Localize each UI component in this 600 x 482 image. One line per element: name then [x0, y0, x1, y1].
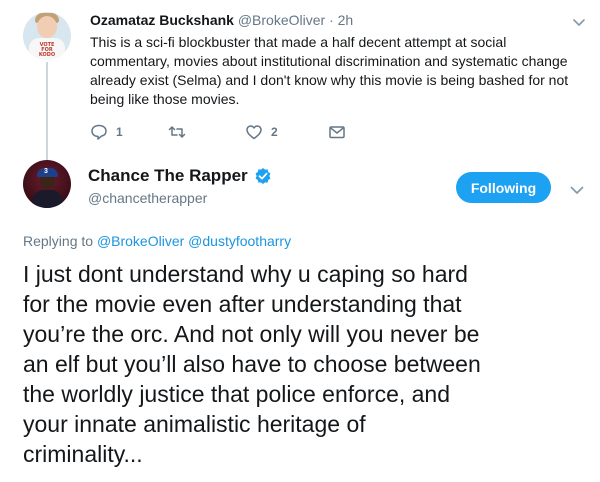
- reply-button[interactable]: 1: [90, 122, 123, 142]
- main-tweet: 3 Chance The Rapper @chancetherapper Fol…: [0, 160, 600, 482]
- author-block: Chance The Rapper @chancetherapper: [88, 166, 272, 206]
- avatar[interactable]: VOTE FOR KODO: [23, 12, 71, 60]
- replying-to: Replying to @BrokeOliver @dustyfootharry: [23, 233, 291, 249]
- avatar-shirt-text: VOTE FOR KODO: [38, 42, 56, 58]
- tweet-text-line: your innate animalistic heritage of: [23, 411, 366, 437]
- retweet-icon: [168, 126, 186, 138]
- tweet-text-line: being like those movies.: [90, 91, 240, 107]
- avatar-body: [32, 190, 63, 208]
- tweet-text-line: an elf but you’ll also have to choose be…: [23, 351, 481, 377]
- tweet-text-line: you’re the orc. And not only will you ne…: [23, 321, 480, 347]
- tweet-header: Ozamataz Buckshank @BrokeOliver · 2h: [90, 12, 353, 28]
- avatar-face: [37, 16, 57, 38]
- verified-badge-icon: [255, 168, 271, 184]
- mention-link[interactable]: @BrokeOliver: [97, 233, 184, 249]
- user-handle[interactable]: @chancetherapper: [88, 190, 272, 206]
- separator-dot: ·: [329, 12, 334, 28]
- chevron-down-icon[interactable]: [571, 14, 587, 30]
- tweet-actions: 1 2: [90, 122, 390, 142]
- mention-link[interactable]: @dustyfootharry: [188, 233, 291, 249]
- tweet-text-line: already exist (Selma) and I don't know w…: [90, 72, 569, 88]
- reply-icon: [91, 124, 107, 140]
- display-name[interactable]: Chance The Rapper: [88, 166, 248, 186]
- replying-prefix: Replying to: [23, 233, 94, 249]
- avatar[interactable]: 3: [23, 160, 71, 208]
- display-name-row[interactable]: Chance The Rapper: [88, 166, 272, 186]
- retweet-button[interactable]: [168, 122, 194, 142]
- display-name[interactable]: Ozamataz Buckshank: [90, 12, 234, 28]
- timestamp[interactable]: 2h: [338, 12, 354, 28]
- reply-count: 1: [116, 125, 123, 139]
- tweet-text: This is a sci-fi blockbuster that made a…: [90, 33, 570, 109]
- chevron-down-icon[interactable]: [568, 181, 586, 199]
- avatar-cap-number: 3: [44, 168, 48, 175]
- message-button[interactable]: [328, 122, 346, 142]
- message-icon: [329, 126, 345, 139]
- like-count: 2: [271, 125, 278, 139]
- tweet-text-line: This is a sci-fi blockbuster that made a…: [90, 34, 507, 50]
- reply-tweet[interactable]: VOTE FOR KODO Ozamataz Buckshank @BrokeO…: [0, 0, 600, 160]
- like-button[interactable]: 2: [245, 122, 278, 142]
- tweet-text: I just dont understand why u caping so h…: [23, 259, 598, 469]
- tweet-text-line: the worldly justice that police enforce,…: [23, 381, 451, 407]
- tweet-text-line: criminality...: [23, 441, 143, 467]
- user-handle[interactable]: @BrokeOliver: [238, 12, 325, 28]
- tweet-text-line: for the movie even after understanding t…: [23, 291, 462, 317]
- like-icon: [246, 125, 262, 140]
- tweet-text-line: I just dont understand why u caping so h…: [23, 261, 468, 287]
- tweet-text-line: commentary, movies about institutional d…: [90, 53, 568, 69]
- following-button[interactable]: Following: [456, 172, 551, 203]
